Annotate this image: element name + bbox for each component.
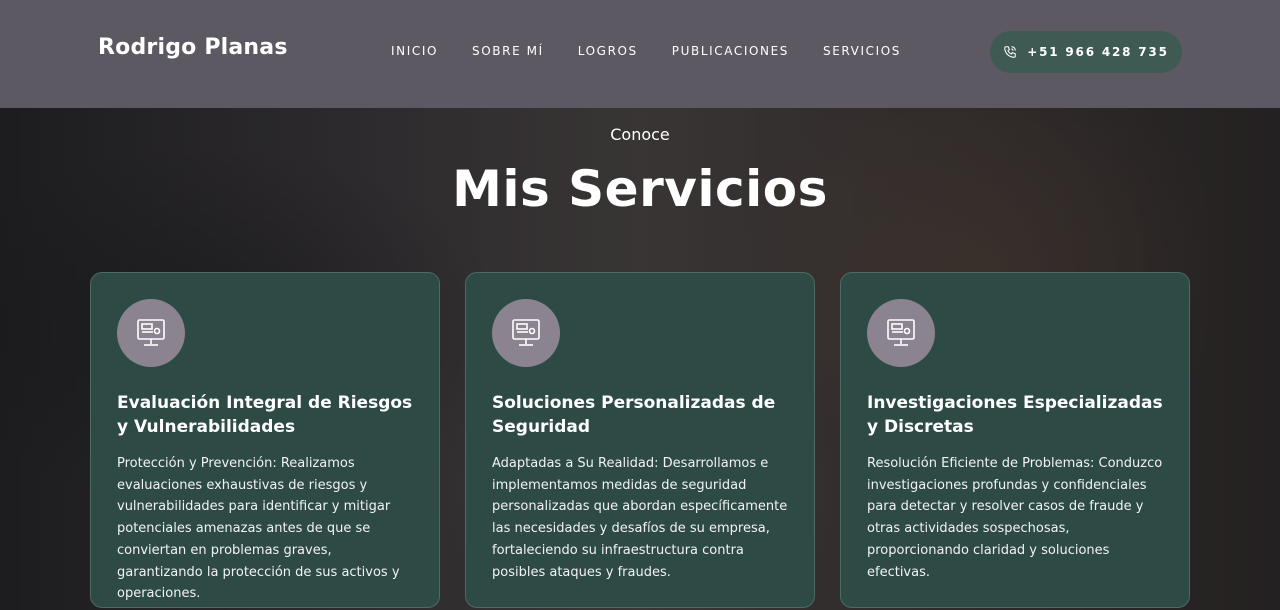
service-card: Investigaciones Especializadas y Discret… bbox=[840, 272, 1190, 608]
nav-link-servicios[interactable]: SERVICIOS bbox=[823, 44, 901, 58]
service-icon-circle bbox=[117, 299, 185, 367]
site-header: Rodrigo Planas INICIO SOBRE MÍ LOGROS PU… bbox=[0, 0, 1280, 108]
service-card: Evaluación Integral de Riesgos y Vulnera… bbox=[90, 272, 440, 608]
service-description: Protección y Prevención: Realizamos eval… bbox=[117, 456, 400, 602]
services-section: Conoce Mis Servicios Evaluación Integral… bbox=[0, 108, 1280, 610]
phone-icon bbox=[1004, 46, 1017, 58]
main-nav: INICIO SOBRE MÍ LOGROS PUBLICACIONES SER… bbox=[391, 44, 935, 58]
service-icon-circle bbox=[867, 299, 935, 367]
nav-link-sobre-mi[interactable]: SOBRE MÍ bbox=[472, 44, 544, 58]
service-title: Investigaciones Especializadas y Discret… bbox=[867, 393, 1163, 437]
nav-link-inicio[interactable]: INICIO bbox=[391, 44, 438, 58]
service-description: Resolución Eficiente de Problemas: Condu… bbox=[867, 456, 1163, 580]
monitor-icon bbox=[137, 319, 165, 346]
monitor-icon bbox=[512, 319, 540, 346]
monitor-icon bbox=[887, 319, 915, 346]
brand-logo[interactable]: Rodrigo Planas bbox=[98, 35, 288, 60]
service-description: Adaptadas a Su Realidad: Desarrollamos e… bbox=[492, 456, 788, 580]
service-card: Soluciones Personalizadas de Seguridad A… bbox=[465, 272, 815, 608]
nav-link-publicaciones[interactable]: PUBLICACIONES bbox=[672, 44, 789, 58]
service-icon-circle bbox=[492, 299, 560, 367]
service-title: Evaluación Integral de Riesgos y Vulnera… bbox=[117, 393, 413, 437]
service-title: Soluciones Personalizadas de Seguridad bbox=[492, 393, 776, 437]
phone-number: +51 966 428 735 bbox=[1027, 45, 1169, 59]
nav-link-logros[interactable]: LOGROS bbox=[578, 44, 638, 58]
phone-button[interactable]: +51 966 428 735 bbox=[990, 31, 1182, 73]
section-title: Mis Servicios bbox=[452, 160, 828, 218]
section-eyebrow: Conoce bbox=[610, 125, 670, 144]
